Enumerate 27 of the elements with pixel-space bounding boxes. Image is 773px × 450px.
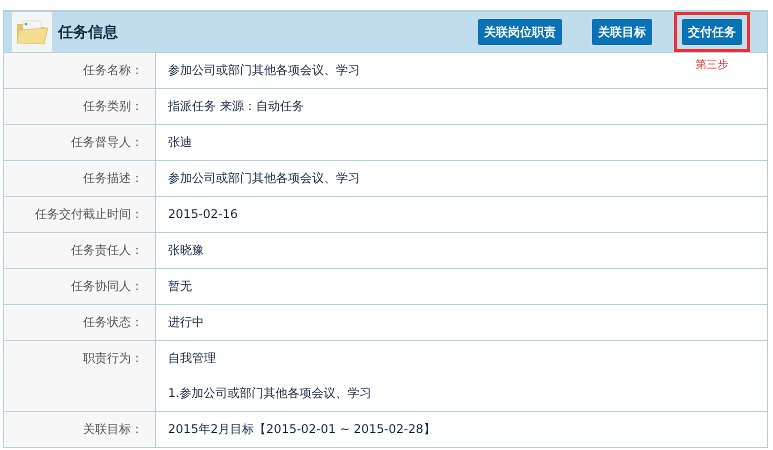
action-button[interactable]: 关联目标 — [592, 19, 652, 45]
field-value: 指派任务 来源：自动任务 — [168, 99, 304, 114]
field-label: 关联目标： — [83, 422, 143, 437]
field-label: 任务状态： — [83, 315, 143, 330]
action-button[interactable]: 交付任务 — [682, 19, 742, 45]
action-button[interactable]: 关联岗位职责 — [478, 19, 562, 45]
field-value: 参加公司或部门其他各项会议、学习 — [168, 63, 360, 78]
field-label: 任务名称： — [83, 63, 143, 78]
field-value: 1.参加公司或部门其他各项会议、学习 — [168, 386, 372, 401]
field-value: 张迪 — [168, 135, 192, 150]
field-label: 任务责任人： — [71, 243, 143, 258]
field-label: 任务类别： — [83, 99, 143, 114]
step-annotation: 第三步 — [696, 57, 728, 72]
field-label: 任务描述： — [83, 171, 143, 186]
field-value: 2015年2月目标【2015-02-01 ~ 2015-02-28】 — [168, 422, 436, 437]
field-label: 任务交付截止时间： — [35, 207, 143, 222]
field-value: 2015-02-16 — [168, 207, 238, 222]
panel-title: 任务信息 — [58, 22, 118, 42]
field-value: 参加公司或部门其他各项会议、学习 — [168, 171, 360, 186]
field-value: 张晓豫 — [168, 243, 204, 258]
field-value: 暂无 — [168, 279, 192, 294]
field-value: 进行中 — [168, 315, 204, 330]
field-label: 任务督导人： — [71, 135, 143, 150]
field-label: 职责行为： — [83, 351, 143, 366]
field-value: 自我管理 — [168, 351, 216, 366]
field-label: 任务协同人： — [71, 279, 143, 294]
folder-icon — [15, 18, 49, 46]
